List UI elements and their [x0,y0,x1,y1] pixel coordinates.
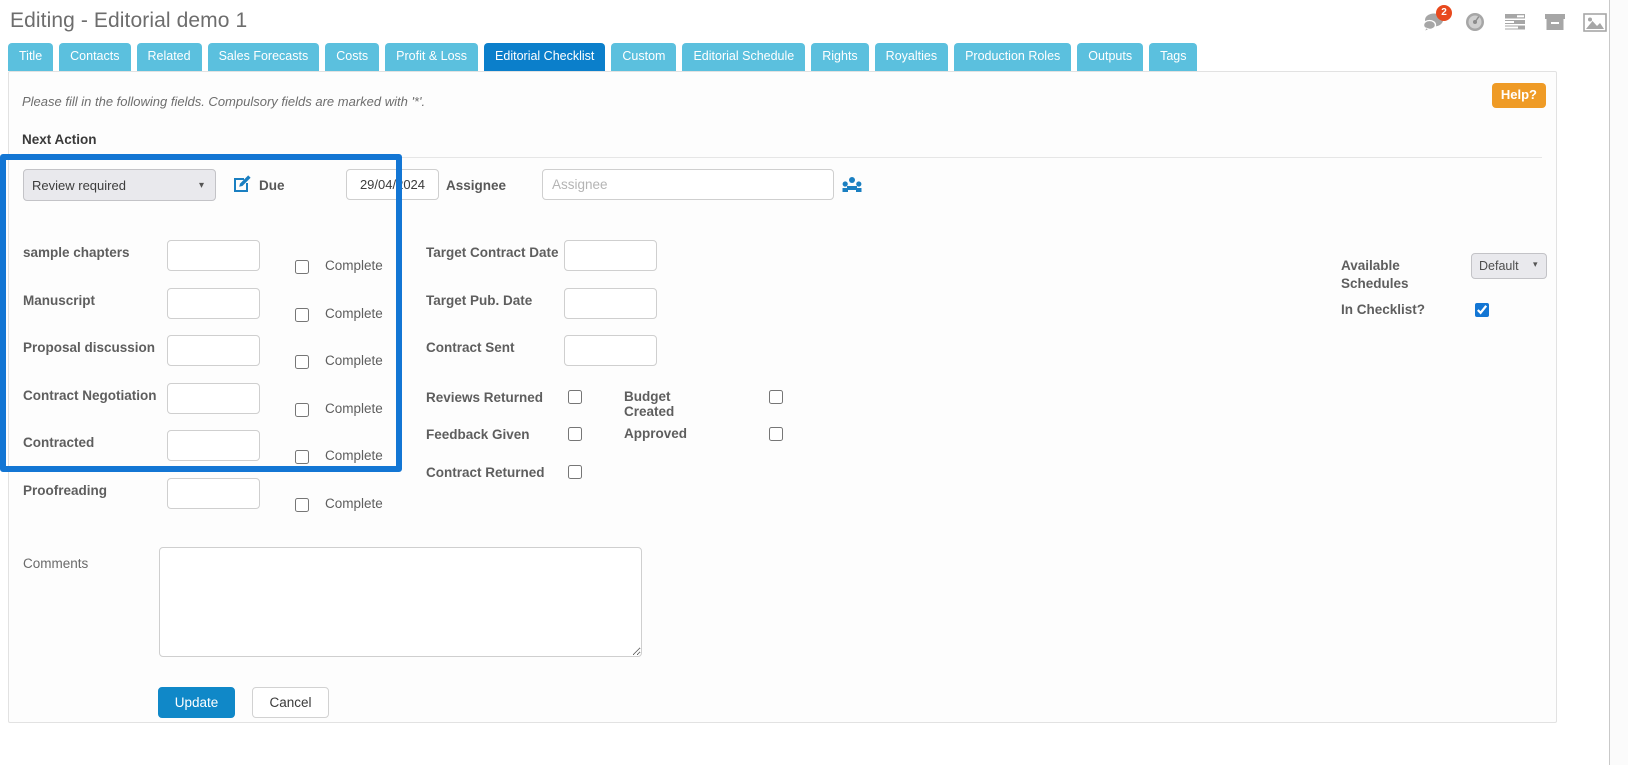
date-field-label: Target Pub. Date [426,292,533,308]
comments-label: Comments [23,556,89,571]
date-field-input[interactable] [564,240,657,271]
checklist-row-label: Proofreading [23,482,108,498]
checklist-row-complete-label: Complete [325,353,383,368]
checkbox-field-input-secondary[interactable] [769,427,783,441]
checkbox-field-label: Feedback Given [426,427,530,442]
checklist-row-input[interactable] [167,430,260,461]
tab-outputs[interactable]: Outputs [1077,43,1144,71]
checklist-row-complete-label: Complete [325,400,383,416]
checklist-row-label: Manuscript [23,292,96,308]
checklist-row-input[interactable] [167,477,260,509]
archive-icon[interactable] [1542,10,1568,34]
help-button[interactable]: Help? [1491,83,1546,108]
tab-bar: Title Contacts Related Sales Forecasts Costs… [8,43,1198,71]
tab-royalties[interactable]: Royalties [874,43,949,71]
tab-title[interactable]: Title [8,43,54,71]
tab-editorial-checklist[interactable]: Editorial Checklist [484,43,606,71]
edit-icon[interactable] [232,174,252,194]
checklist-row-complete-checkbox[interactable] [295,497,309,512]
checklist-row-complete-checkbox[interactable] [295,355,309,369]
checklist-row-complete-label: Complete [325,305,383,321]
tab-custom[interactable]: Custom [611,43,677,71]
comments-textarea[interactable] [159,547,642,657]
assignee-label: Assignee [446,178,507,193]
checklist-row-complete-checkbox[interactable] [295,450,309,464]
checklist-row-complete-checkbox[interactable] [295,307,309,322]
next-action-heading: Next Action [22,132,97,147]
section-divider [22,157,1542,158]
assignee-input[interactable] [542,169,834,200]
checkbox-field-label-secondary: Budget Created [624,388,675,419]
available-schedules-label: Available Schedules [1341,258,1409,291]
checklist-row-complete-checkbox[interactable] [295,260,309,274]
checklist-row-label: sample chapters [23,245,130,260]
checklist-row-label: Contracted [23,435,95,450]
checklist-row-complete-checkbox[interactable] [295,402,309,417]
checkbox-field-input[interactable] [568,464,582,479]
comments-badge: 2 [1436,5,1452,21]
tab-related[interactable]: Related [136,43,202,71]
checkbox-field-label: Reviews Returned [426,389,544,405]
date-field-label: Target Contract Date [426,245,559,260]
tab-profit-loss[interactable]: Profit & Loss [385,43,479,71]
in-checklist-checkbox[interactable] [1475,303,1489,317]
due-date-input[interactable] [346,169,439,200]
dashboard-icon[interactable] [1462,10,1488,34]
checkbox-field-label: Contract Returned [426,464,545,480]
date-field-input[interactable] [564,287,657,319]
due-label: Due [259,178,285,193]
checklist-row-input[interactable] [167,240,260,271]
date-field-label: Contract Sent [426,340,515,355]
checklist-row-input[interactable] [167,382,260,414]
checkbox-field-label-secondary: Approved [624,426,688,441]
checklist-row-complete-label: Complete [325,258,383,273]
checklist-row-complete-label: Complete [325,495,383,511]
people-picker-icon[interactable] [842,176,862,194]
available-schedules-select[interactable]: Default [1471,253,1547,279]
vertical-scrollbar[interactable] [1610,0,1628,765]
tab-editorial-schedule[interactable]: Editorial Schedule [682,43,806,71]
tab-production-roles[interactable]: Production Roles [954,43,1072,71]
tab-tags[interactable]: Tags [1149,43,1198,71]
checklist-row-complete-label: Complete [325,448,383,463]
in-checklist-label: In Checklist? [1341,302,1426,317]
tab-rights[interactable]: Rights [811,43,869,71]
update-button[interactable]: Update [158,687,235,718]
form-instructions: Please fill in the following fields. Com… [22,94,426,109]
content-panel: Please fill in the following fields. Com… [8,71,1557,723]
cancel-button[interactable]: Cancel [252,687,329,718]
tab-costs[interactable]: Costs [325,43,380,71]
checkbox-field-input-secondary[interactable] [769,389,783,404]
app-window: Editing - Editorial demo 1 2 Title Contac… [0,0,1628,765]
header-icon-group: 2 [1422,5,1608,34]
date-field-input[interactable] [564,335,657,366]
checklist-row-label: Contract Negotiation [23,387,157,403]
comments-icon[interactable]: 2 [1422,5,1452,34]
checklist-row-input[interactable] [167,335,260,366]
checkbox-field-input[interactable] [568,427,582,441]
tab-sales-forecasts[interactable]: Sales Forecasts [207,43,320,71]
next-action-status-select[interactable]: Review required [23,169,216,201]
image-icon[interactable] [1582,10,1608,34]
checkbox-field-input[interactable] [568,389,582,404]
checklist-row-label: Proposal discussion [23,340,156,355]
list-icon[interactable] [1502,10,1528,34]
checklist-row-input[interactable] [167,287,260,319]
page-title: Editing - Editorial demo 1 [10,9,248,32]
tab-contacts[interactable]: Contacts [59,43,131,71]
